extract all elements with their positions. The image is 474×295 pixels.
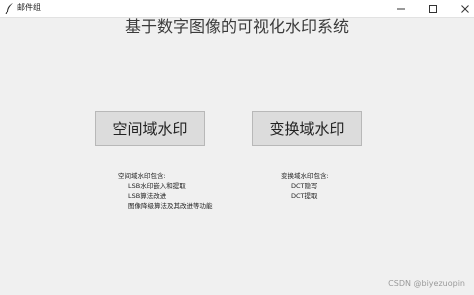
spatial-desc-heading: 空间域水印包含: bbox=[118, 172, 166, 180]
transform-watermark-button[interactable]: 变换域水印 bbox=[252, 111, 362, 146]
spatial-description: 空间域水印包含: LSB水印嵌入和提取 LSB算法改进 图像降级算法及其改进等功… bbox=[118, 171, 213, 211]
minimize-icon bbox=[397, 8, 405, 9]
transform-desc-item: DCT隐写 bbox=[291, 182, 318, 190]
maximize-button[interactable] bbox=[418, 0, 448, 17]
spatial-desc-item: LSB水印嵌入和提取 bbox=[128, 182, 186, 190]
window-title: 邮件组 bbox=[17, 3, 41, 12]
close-button[interactable] bbox=[450, 0, 474, 17]
close-icon bbox=[461, 4, 469, 13]
feather-icon bbox=[5, 3, 13, 14]
spatial-watermark-button[interactable]: 空间域水印 bbox=[95, 111, 205, 146]
spatial-desc-item: LSB算法改进 bbox=[128, 192, 167, 200]
spatial-desc-item: 图像降级算法及其改进等功能 bbox=[128, 202, 213, 210]
transform-desc-item: DCT提取 bbox=[291, 192, 318, 200]
page-title: 基于数字图像的可视化水印系统 bbox=[124, 17, 349, 36]
transform-description: 变换域水印包含: DCT隐写 DCT提取 bbox=[281, 171, 329, 201]
maximize-icon bbox=[429, 4, 437, 13]
csdn-watermark: CSDN @biyezuopin bbox=[388, 279, 465, 288]
transform-desc-heading: 变换域水印包含: bbox=[281, 172, 329, 180]
minimize-button[interactable] bbox=[386, 0, 416, 17]
